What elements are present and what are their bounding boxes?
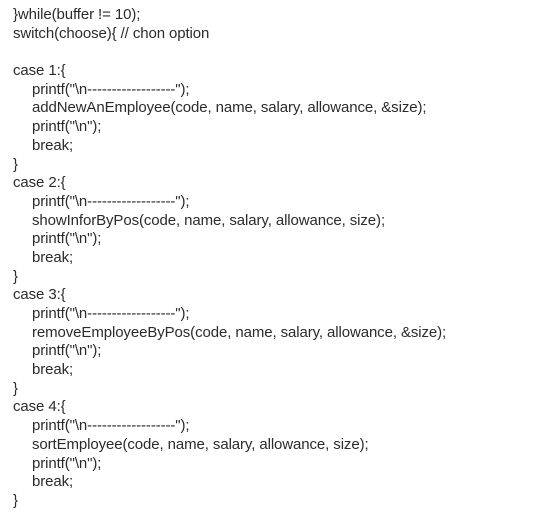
closing-brace: }: [13, 379, 18, 397]
code-line: break;: [32, 361, 74, 379]
code-line: }while(buffer != 10);: [13, 6, 141, 23]
closing-brace: }: [13, 155, 18, 173]
code-line: break;: [32, 473, 74, 491]
code-line: printf("\n------------------");: [32, 305, 190, 322]
case-label: case 3:{: [13, 286, 66, 304]
code-line: printf("\n------------------");: [32, 80, 190, 98]
closing-brace: }: [13, 267, 18, 285]
code-line: sortEmployee(code, name, salary, allowan…: [32, 435, 369, 453]
code-line: printf("\n------------------");: [32, 192, 190, 210]
code-line: addNewAnEmployee(code, name, salary, all…: [32, 99, 427, 117]
code-line: printf("\n");: [32, 118, 102, 136]
code-snippet: }while(buffer != 10); switch(choose){ //…: [13, 6, 528, 511]
code-line: printf("\n");: [32, 454, 102, 472]
code-line: showInforByPos(code, name, salary, allow…: [32, 211, 386, 229]
case-label: case 1:{: [13, 62, 66, 80]
code-line: printf("\n");: [32, 342, 102, 360]
code-line: printf("\n------------------");: [32, 417, 190, 435]
code-line: break;: [32, 248, 74, 266]
code-line: switch(choose){ // chon option: [13, 24, 210, 42]
closing-brace: }: [13, 491, 18, 509]
case-label: case 2:{: [13, 174, 66, 192]
case-label: case 4:{: [13, 398, 66, 416]
code-line: printf("\n");: [32, 230, 102, 248]
code-line: removeEmployeeByPos(code, name, salary, …: [32, 323, 447, 341]
code-line: break;: [32, 136, 74, 154]
